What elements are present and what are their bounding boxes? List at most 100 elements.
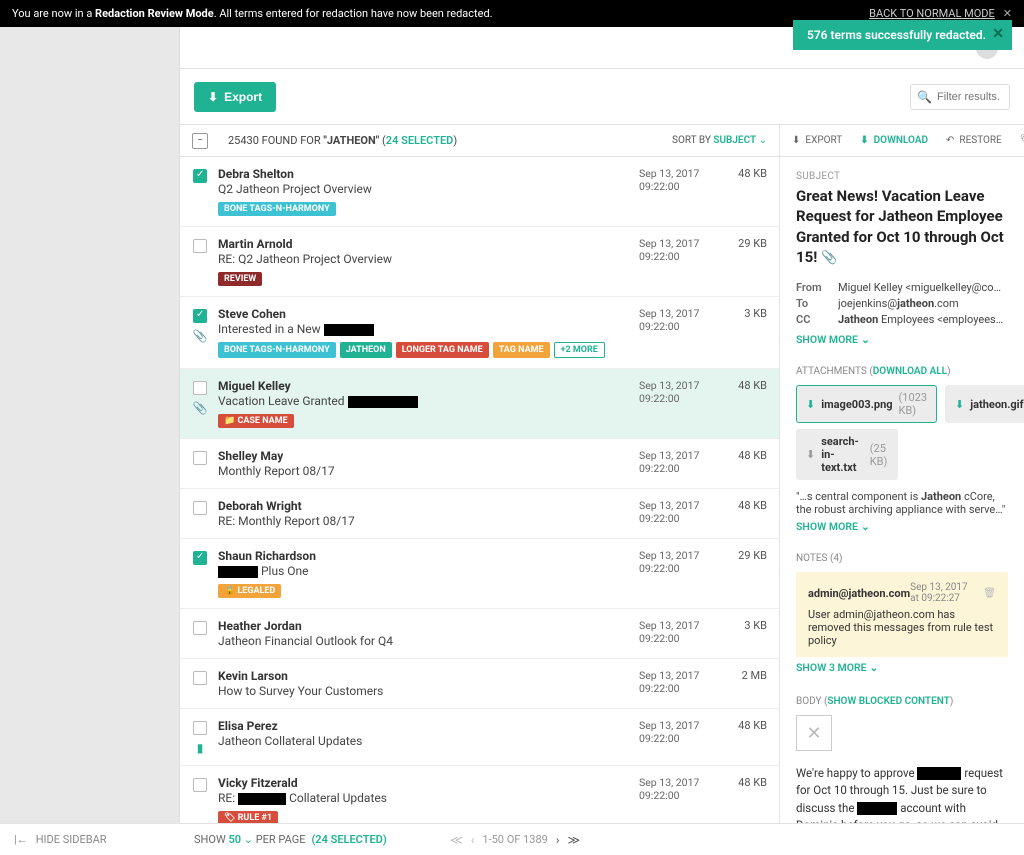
tag[interactable]: 📁 CASE NAME	[218, 414, 294, 428]
message-row[interactable]: Debra Shelton Q2 Jatheon Project Overvie…	[180, 157, 779, 227]
cc-value: Jatheon Employees <employees@jatheon.com…	[838, 313, 1008, 326]
download-icon: ⬇	[955, 398, 964, 411]
sender: Elisa Perez	[218, 719, 629, 733]
row-checkbox[interactable]	[193, 671, 207, 685]
message-row[interactable]: Heather Jordan Jatheon Financial Outlook…	[180, 609, 779, 659]
sender: Martin Arnold	[218, 237, 629, 251]
detail-restore-button[interactable]: ↶RESTORE	[946, 135, 1002, 146]
tag[interactable]: JATHEON	[340, 342, 392, 358]
attachment-icon: 📎	[821, 250, 837, 265]
search-icon: 🔍	[917, 90, 932, 104]
detail-download-button[interactable]: ⬇DOWNLOAD	[860, 135, 928, 146]
detail-apply-tag-button[interactable]: 🏷APPLY TAG	[1020, 130, 1024, 152]
attachment-chip[interactable]: ⬇search-in-text.txt (25 KB)	[796, 429, 898, 480]
row-checkbox[interactable]	[193, 721, 207, 735]
message-row[interactable]: Vicky Fitzerald RE: Collateral Updates🏷 …	[180, 766, 779, 823]
redacted-text	[857, 802, 897, 815]
tag[interactable]: +2 MORE	[554, 342, 605, 358]
prev-page-button[interactable]: ‹	[471, 833, 475, 847]
row-checkbox[interactable]	[193, 169, 207, 183]
row-size: 48 KB	[723, 499, 767, 512]
message-row[interactable]: Shelley May Monthly Report 08/17Sep 13, …	[180, 439, 779, 489]
row-date: Sep 13, 201709:22:00	[639, 719, 713, 745]
tag[interactable]: TAG NAME	[493, 342, 550, 358]
tag[interactable]: 🏷 RULE #1	[218, 811, 278, 823]
row-date: Sep 13, 201709:22:00	[639, 237, 713, 263]
row-subject: Plus One	[218, 564, 629, 578]
tag[interactable]: 🔒 LEGALED	[218, 584, 281, 598]
row-checkbox[interactable]	[193, 239, 207, 253]
message-row[interactable]: Kevin Larson How to Survey Your Customer…	[180, 659, 779, 709]
attachments-label: ATTACHMENTS (DOWNLOAD ALL)	[796, 366, 1008, 377]
download-icon: ⬇	[860, 135, 868, 146]
row-checkbox[interactable]	[193, 381, 207, 395]
show-more-recipients[interactable]: SHOW MORE ⌄	[796, 333, 870, 346]
banner-prefix: You are now in a	[12, 7, 95, 20]
message-row[interactable]: 📎Miguel Kelley Vacation Leave Granted 📁 …	[180, 369, 779, 439]
message-row[interactable]: Shaun Richardson Plus One 🔒 LEGALED Sep 13…	[180, 539, 779, 609]
row-checkbox[interactable]	[193, 309, 207, 323]
row-checkbox[interactable]	[193, 778, 207, 792]
row-checkbox[interactable]	[193, 621, 207, 635]
message-row[interactable]: Martin Arnold RE: Q2 Jatheon Project Ove…	[180, 227, 779, 297]
message-row[interactable]: Deborah Wright RE: Monthly Report 08/17S…	[180, 489, 779, 539]
row-date: Sep 13, 201709:22:00	[639, 549, 713, 575]
close-icon[interactable]: ✕	[992, 26, 1004, 42]
show-more-snippet[interactable]: SHOW MORE ⌄	[796, 520, 870, 533]
message-row[interactable]: 📎Steve Cohen Interested in a New BONE TA…	[180, 297, 779, 369]
next-page-button[interactable]: ›	[556, 833, 560, 847]
trash-icon[interactable]: 🗑	[983, 588, 996, 599]
export-button[interactable]: ⬇ Export	[194, 82, 276, 112]
row-size: 2 MB	[723, 669, 767, 682]
note-timestamp: Sep 13, 2017 at 09:22:27	[910, 582, 977, 604]
message-row[interactable]: ▮Elisa Perez Jatheon Collateral UpdatesS…	[180, 709, 779, 766]
footer-selected: (24 SELECTED)	[311, 833, 386, 846]
last-page-button[interactable]: ≫	[567, 833, 580, 847]
download-icon: ⬇	[806, 448, 815, 461]
collapse-all-button[interactable]: −	[192, 133, 208, 149]
attachment-chip[interactable]: ⬇image003.png (1023 KB)	[796, 385, 937, 423]
note-text: User admin@jatheon.com has removed this …	[808, 608, 996, 647]
per-page-control[interactable]: SHOW 50 ⌄ PER PAGE	[194, 833, 305, 846]
sender: Kevin Larson	[218, 669, 629, 683]
attachment-chip[interactable]: ⬇jatheon.gif (1023 KB)	[945, 385, 1024, 423]
tag[interactable]: BONE TAGS-N-HARMONY	[218, 342, 336, 358]
show-blocked-link[interactable]: SHOW BLOCKED CONTENT	[827, 696, 949, 707]
row-checkbox[interactable]	[193, 451, 207, 465]
toolbar: ⬇ Export 🔍	[180, 69, 1024, 125]
row-checkbox[interactable]	[193, 551, 207, 565]
success-toast: 576 terms successfully redacted. ✕	[793, 20, 1012, 50]
close-icon[interactable]: ✕	[1003, 7, 1012, 20]
row-checkbox[interactable]	[193, 501, 207, 515]
body-label: BODY (SHOW BLOCKED CONTENT)	[796, 696, 1008, 707]
download-icon: ⬇	[806, 398, 815, 411]
tag[interactable]: REVIEW	[218, 272, 262, 286]
chevron-down-icon: ⌄	[861, 520, 870, 533]
sort-by[interactable]: SORT BY SUBJECT ⌄	[672, 135, 767, 146]
message-list: Debra Shelton Q2 Jatheon Project Overvie…	[180, 157, 779, 823]
row-date: Sep 13, 201709:22:00	[639, 379, 713, 405]
message-subject: Great News! Vacation Leave Request for J…	[796, 186, 1008, 267]
download-all-link[interactable]: DOWNLOAD ALL	[873, 366, 947, 377]
show-more-notes[interactable]: SHOW 3 MORE ⌄	[796, 661, 878, 674]
footer: |← HIDE SIDEBAR SHOW 50 ⌄ PER PAGE (24 S…	[0, 823, 1024, 855]
redacted-text	[324, 324, 374, 336]
row-subject: RE: Q2 Jatheon Project Overview	[218, 252, 629, 266]
export-label: Export	[224, 90, 262, 104]
row-date: Sep 13, 201709:22:00	[639, 776, 713, 802]
back-to-normal-link[interactable]: BACK TO NORMAL MODE	[869, 7, 995, 20]
hide-sidebar-button[interactable]: HIDE SIDEBAR	[36, 833, 107, 846]
tag[interactable]: BONE TAGS-N-HARMONY	[218, 202, 336, 216]
sender: Shelley May	[218, 449, 629, 463]
row-date: Sep 13, 201709:22:00	[639, 307, 713, 333]
tag[interactable]: LONGER TAG NAME	[396, 342, 489, 358]
row-subject: RE: Monthly Report 08/17	[218, 514, 629, 528]
row-subject: Interested in a New	[218, 322, 629, 336]
sender: Shaun Richardson	[218, 549, 629, 563]
detail-export-button[interactable]: ⬇EXPORT	[792, 135, 842, 146]
redacted-text	[917, 767, 961, 780]
blocked-image-placeholder[interactable]: ✕	[796, 715, 832, 751]
sidebar	[0, 27, 180, 855]
collapse-sidebar-icon[interactable]: |←	[14, 833, 28, 846]
first-page-button[interactable]: ≪	[450, 833, 463, 847]
